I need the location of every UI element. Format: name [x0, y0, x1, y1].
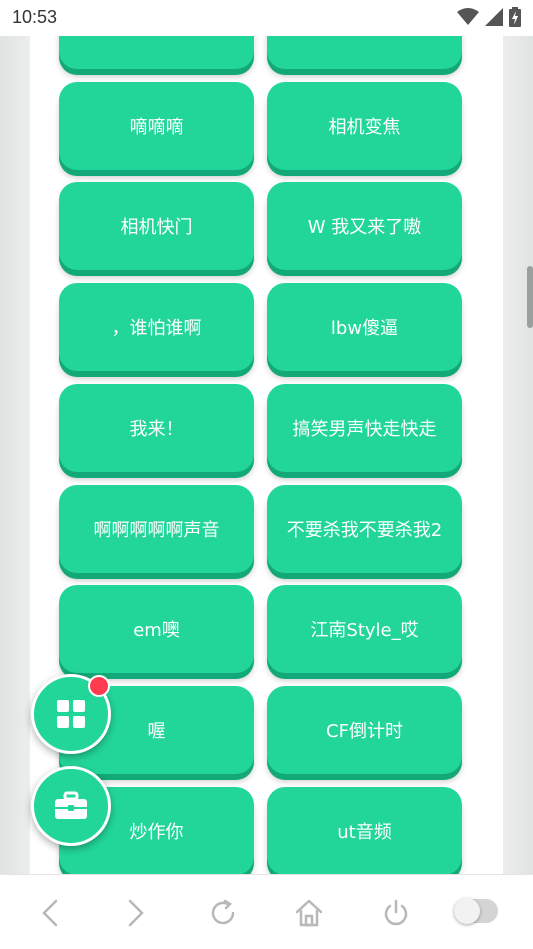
toolbox-icon: [55, 791, 87, 819]
back-icon: [42, 899, 58, 927]
wifi-icon: [457, 8, 479, 25]
sound-button[interactable]: ut音频: [267, 787, 462, 874]
back-button[interactable]: [30, 895, 70, 931]
status-bar: 10:53: [0, 0, 533, 36]
toolbox-button[interactable]: [31, 766, 111, 846]
bottom-navigation-bar: [0, 874, 533, 949]
toggle-knob: [454, 898, 480, 924]
sound-board-panel[interactable]: 嘀嘀嘀 相机变焦 相机快门 W 我又来了嗷 ，谁怕谁啊 lbw傻逼 我来！ 搞笑男声快走快走啊…: [30, 36, 503, 874]
sound-button[interactable]: 我来！: [59, 384, 254, 472]
mode-toggle[interactable]: [454, 898, 498, 924]
sound-button[interactable]: CF倒计时: [267, 686, 462, 774]
status-icons: [457, 7, 521, 27]
scrollbar-thumb[interactable]: [527, 266, 533, 328]
sound-button[interactable]: 啊啊啊啊啊声音: [59, 485, 254, 573]
battery-icon: [509, 7, 521, 27]
forward-button[interactable]: [116, 895, 156, 931]
sound-button[interactable]: ，谁怕谁啊: [59, 283, 254, 371]
power-button[interactable]: [376, 895, 416, 931]
sound-button[interactable]: W 我又来了嗷: [267, 182, 462, 270]
sound-button[interactable]: 相机快门: [59, 182, 254, 270]
power-icon: [384, 899, 408, 926]
grid-icon: [57, 700, 85, 728]
page-edge-left: [0, 36, 30, 874]
sound-button[interactable]: em噢: [59, 585, 254, 673]
signal-icon: [485, 8, 503, 26]
sound-button[interactable]: [267, 36, 462, 69]
home-button[interactable]: [289, 895, 329, 931]
sound-button[interactable]: 相机变焦: [267, 82, 462, 170]
sound-button[interactable]: [59, 36, 254, 69]
status-time: 10:53: [12, 7, 58, 27]
sound-button[interactable]: 搞笑男声快走快走: [267, 384, 462, 472]
refresh-icon: [211, 899, 235, 925]
sound-button[interactable]: lbw傻逼: [267, 283, 462, 371]
refresh-button[interactable]: [203, 895, 243, 931]
sound-button[interactable]: 江南Style_哎: [267, 585, 462, 673]
forward-icon: [128, 899, 144, 927]
notification-badge: [88, 675, 110, 697]
page-edge-right: [503, 36, 533, 874]
home-icon: [295, 899, 323, 927]
sound-button-grid: 嘀嘀嘀 相机变焦 相机快门 W 我又来了嗷 ，谁怕谁啊 lbw傻逼 我来！ 搞笑男声快走快走啊…: [30, 36, 503, 874]
grid-menu-button[interactable]: [31, 674, 111, 754]
sound-button[interactable]: 嘀嘀嘀: [59, 82, 254, 170]
sound-button[interactable]: 不要杀我不要杀我2: [267, 485, 462, 573]
